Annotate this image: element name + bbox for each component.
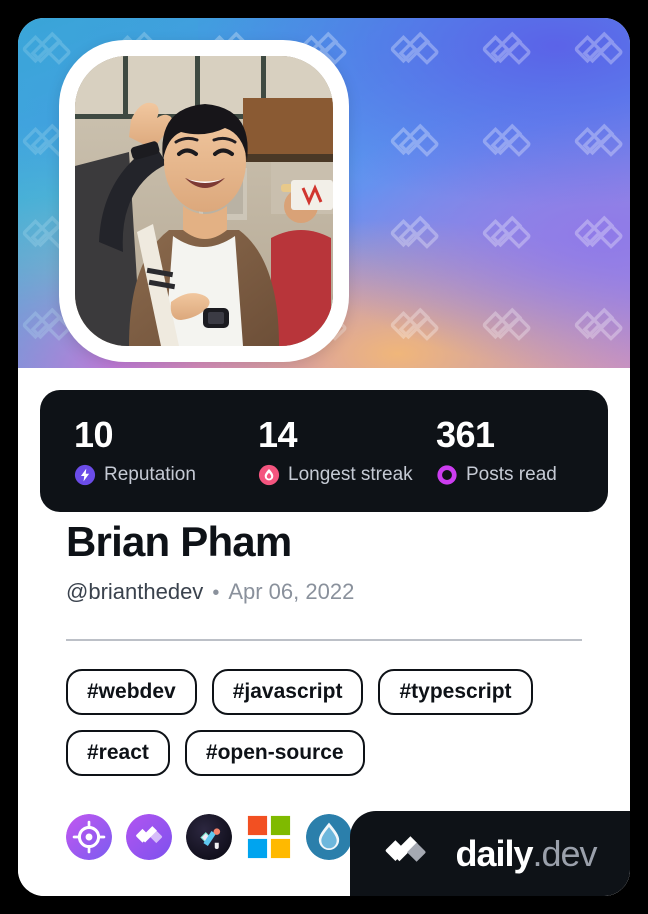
- brand-wordmark: daily.dev: [455, 832, 598, 874]
- tag-chip[interactable]: #typescript: [378, 669, 533, 716]
- stat-label-posts-read: Posts read: [466, 464, 557, 485]
- tag-chip[interactable]: #webdev: [66, 669, 197, 716]
- ring-icon: [437, 464, 457, 485]
- microsoft-badge-icon[interactable]: [246, 814, 292, 860]
- stat-reputation: 10 Reputation: [48, 413, 238, 486]
- tag-chip[interactable]: #open-source: [184, 730, 365, 777]
- daily-dev-badge-icon[interactable]: [126, 814, 172, 860]
- tag-list: #webdev #javascript #typescript #react #open…: [66, 669, 582, 777]
- devcard: 10 Reputation 14 Longest streak 361 Post…: [18, 18, 630, 896]
- separator-dot: •: [212, 582, 220, 605]
- avatar-image-clip: [75, 56, 333, 346]
- profile-handle: @brianthedev: [66, 579, 204, 605]
- tag-chip[interactable]: #react: [66, 730, 170, 777]
- cover-banner: [18, 18, 630, 368]
- brand-footer: daily.dev: [350, 811, 630, 896]
- stat-posts-read: 361 Posts read: [422, 413, 600, 486]
- tag-chip[interactable]: #javascript: [211, 669, 364, 716]
- page-title: Brian Pham: [66, 518, 292, 565]
- droplet-badge-icon[interactable]: [306, 814, 352, 860]
- brand-name: daily: [455, 832, 533, 874]
- profile-joined-date: Apr 06, 2022: [228, 579, 355, 605]
- flame-icon: [258, 464, 280, 485]
- avatar: [59, 40, 349, 362]
- bolt-icon: [74, 464, 96, 485]
- stat-value-posts-read: 361: [436, 413, 495, 455]
- divider: [66, 639, 582, 642]
- stats-bar: 10 Reputation 14 Longest streak 361 Post…: [40, 390, 608, 512]
- stat-value-reputation: 10: [74, 413, 114, 455]
- stat-label-longest-streak: Longest streak: [288, 464, 413, 485]
- target-badge-icon[interactable]: [66, 814, 112, 860]
- avatar-photo: [75, 56, 333, 346]
- stat-label-reputation: Reputation: [104, 464, 196, 485]
- daily-dev-logo-icon: [386, 835, 426, 862]
- stat-value-longest-streak: 14: [258, 413, 298, 455]
- streak-badge-icon[interactable]: [186, 814, 232, 860]
- profile-subline: @brianthedev • Apr 06, 2022: [66, 579, 582, 605]
- brand-suffix: .dev: [532, 832, 598, 874]
- stat-longest-streak: 14 Longest streak: [238, 413, 422, 486]
- badge-list: [66, 814, 352, 860]
